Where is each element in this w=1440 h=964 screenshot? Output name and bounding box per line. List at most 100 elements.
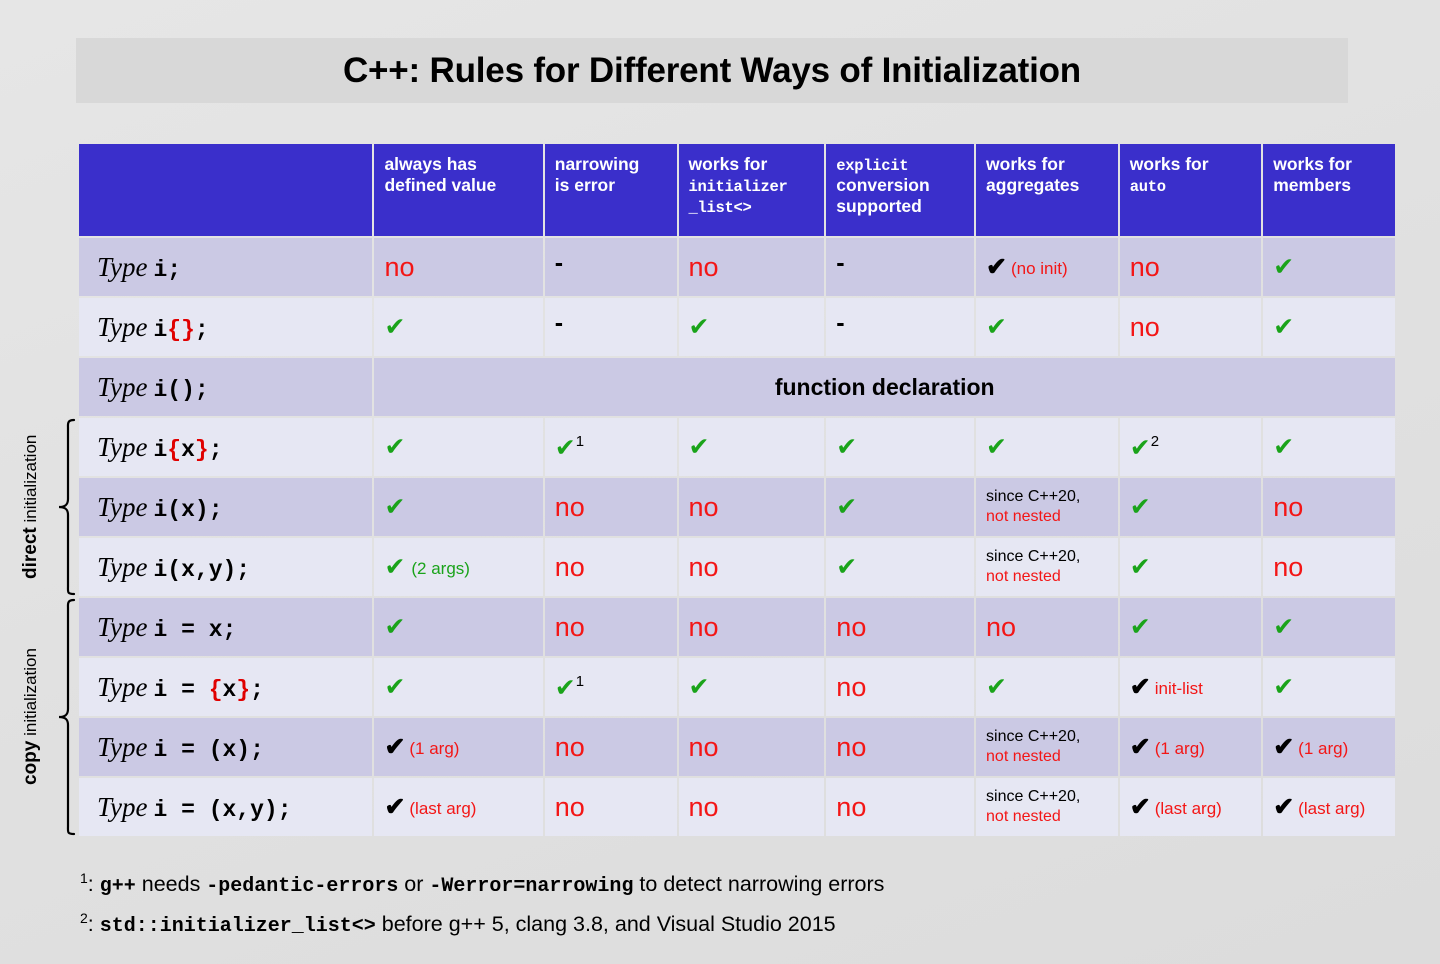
cell-narrowing: no	[544, 778, 677, 836]
checkmark-green-icon: ✔	[384, 433, 406, 461]
column-header-members: works for members	[1263, 144, 1395, 236]
no-label: no	[1273, 551, 1304, 582]
cell-auto: ✔	[1119, 598, 1262, 656]
cell-init_list: no	[678, 478, 825, 536]
table-header-row: always has defined value narrowing is error…	[79, 144, 1395, 236]
code-token: x	[181, 436, 195, 463]
curly-brace-icon	[56, 418, 78, 596]
dash-label: -	[836, 309, 845, 337]
side-group-copy: copy initialization	[0, 598, 78, 836]
cell-auto: no	[1119, 238, 1262, 296]
footnote-marker: 1	[80, 870, 88, 886]
type-keyword: Type	[97, 551, 148, 582]
column-header-expr	[79, 144, 373, 236]
cell-auto: ✔	[1119, 478, 1262, 536]
checkmark-green-icon: ✔	[1273, 613, 1295, 641]
cell-defined_value: ✔	[374, 658, 543, 716]
cell-members: ✔	[1263, 298, 1395, 356]
footnote-text: to detect narrowing errors	[633, 872, 885, 897]
checkmark-green-icon: ✔	[1129, 613, 1151, 641]
note-line-1: since C++20,	[986, 727, 1081, 745]
type-keyword: Type	[97, 431, 148, 462]
cell-members: ✔	[1263, 238, 1395, 296]
no-label: no	[1129, 251, 1160, 282]
footnote-marker: 2	[80, 910, 88, 927]
cell-defined_value: ✔ (last arg)	[374, 778, 543, 836]
cell-init_list: ✔	[678, 418, 825, 476]
table-row: Type i = (x); ✔ (1 arg) no no no since C++20, no…	[79, 718, 1395, 776]
column-header-line: works for	[688, 154, 768, 174]
column-header-explicit_conv: explicit conversion supported	[826, 144, 975, 236]
checkmark-green-icon: ✔	[1273, 253, 1295, 281]
no-label: no	[554, 611, 585, 642]
code-token: x	[222, 676, 237, 703]
checkmark-green-icon: ✔	[554, 433, 576, 462]
code-token: i(x,y);	[153, 556, 251, 583]
table-row: Type i{x}; ✔ ✔1 ✔ ✔ ✔ ✔2 ✔	[79, 418, 1395, 476]
cell-members: ✔ (1 arg)	[1263, 718, 1395, 776]
code-token: i	[153, 436, 168, 463]
checkmark-green-icon: ✔	[688, 673, 710, 701]
cell-auto: ✔ (1 arg)	[1119, 718, 1262, 776]
dash-label: -	[554, 249, 564, 277]
cell-aggregates: since C++20, not nested	[976, 718, 1118, 776]
footnote-code: g++	[99, 875, 136, 899]
column-header-line: _list<>	[688, 198, 752, 217]
footnote-code: -pedantic-errors	[206, 875, 399, 899]
column-header-line: auto	[1129, 177, 1166, 196]
no-label: no	[836, 791, 867, 822]
function-declaration-cell: function declaration	[374, 358, 1395, 416]
type-keyword: Type	[97, 371, 148, 402]
checkmark-green-icon: ✔	[384, 613, 406, 641]
checkmark-green-icon: ✔	[836, 493, 858, 521]
checkmark-green-icon: ✔	[836, 553, 858, 581]
cell-auto: no	[1119, 298, 1262, 356]
no-label: no	[836, 731, 867, 762]
cell-members: ✔ (last arg)	[1263, 778, 1395, 836]
type-keyword: Type	[97, 671, 148, 702]
no-label: no	[384, 251, 415, 282]
no-label: no	[554, 791, 585, 822]
checkmark-black-icon: ✔	[384, 793, 406, 821]
cell-narrowing: no	[544, 538, 677, 596]
cell-explicit_conv: ✔	[826, 478, 975, 536]
column-header-line: supported	[836, 195, 922, 216]
brace-token: {	[167, 436, 182, 463]
no-label: no	[986, 611, 1017, 642]
column-header-narrowing: narrowing is error	[544, 144, 677, 236]
column-header-line: initializer	[688, 177, 788, 196]
cell-aggregates: since C++20, not nested	[976, 478, 1118, 536]
footnote-2: 2: std::initializer_list<> before g++ 5,…	[80, 910, 1360, 938]
code-token: ;	[250, 676, 264, 703]
note-line-2: not nested	[986, 808, 1061, 825]
footnotes: 1: g++ needs -pedantic-errors or -Werror…	[80, 870, 1360, 950]
no-label: no	[688, 731, 719, 762]
cell-defined_value: ✔	[374, 418, 543, 476]
type-keyword: Type	[97, 251, 148, 282]
cell-defined_value: ✔	[374, 478, 543, 536]
checkmark-black-icon: ✔	[384, 733, 406, 761]
checkmark-green-icon: ✔	[1273, 433, 1295, 461]
note-line-1: since C++20,	[986, 787, 1081, 805]
no-label: no	[688, 611, 719, 642]
checkmark-green-icon: ✔	[1129, 493, 1151, 521]
cell-init_list: no	[678, 238, 825, 296]
cell-narrowing: no	[544, 598, 677, 656]
column-header-defined_value: always has defined value	[374, 144, 543, 236]
checkmark-green-icon: ✔	[384, 673, 406, 701]
cell-note: (1 arg)	[1298, 739, 1349, 758]
column-header-auto: works for auto	[1119, 144, 1262, 236]
type-keyword: Type	[97, 311, 148, 342]
cell-init_list: ✔	[678, 298, 825, 356]
cell-members: no	[1263, 478, 1395, 536]
code-token: ;	[208, 436, 223, 463]
cell-note-multiline: since C++20, not nested	[986, 547, 1108, 588]
cell-note: (last arg)	[409, 799, 477, 818]
table-row: Type i(); function declaration	[79, 358, 1395, 416]
footnote-marker: 2	[1150, 432, 1160, 450]
cell-explicit_conv: no	[826, 598, 975, 656]
checkmark-green-icon: ✔	[1273, 313, 1295, 341]
cell-aggregates: ✔	[976, 658, 1118, 716]
cell-members: no	[1263, 538, 1395, 596]
column-header-line: members	[1273, 174, 1352, 195]
